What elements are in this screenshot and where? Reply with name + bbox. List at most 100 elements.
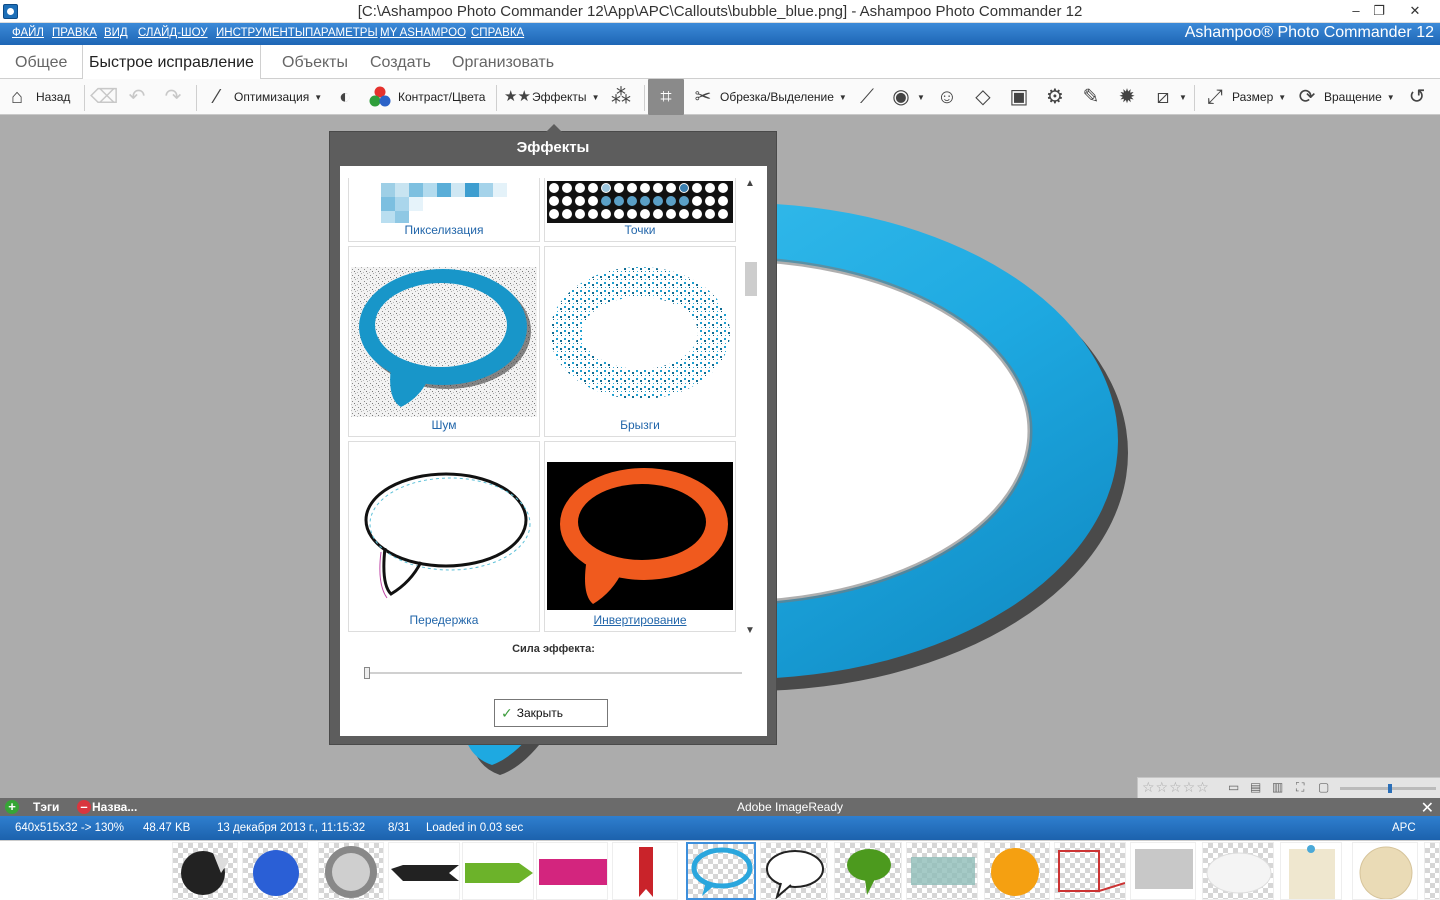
- size-button[interactable]: ⤢ Размер ▼: [1204, 79, 1286, 115]
- effect-noise[interactable]: Шум: [348, 246, 540, 437]
- close-dialog-button[interactable]: ✓ Закрыть: [494, 699, 608, 727]
- menu-view[interactable]: ВИД: [104, 27, 128, 39]
- rotate-button[interactable]: ⟳ Вращение ▼: [1296, 79, 1395, 115]
- rating-toolbar: ☆☆☆☆☆ ▭ ▤ ▥ ⛶ ▢: [1137, 777, 1440, 798]
- thumbnail-teal-note[interactable]: [906, 842, 978, 900]
- fullscreen-icon[interactable]: ⛶: [1296, 780, 1304, 795]
- thumbnail-blue-circle[interactable]: [242, 842, 308, 900]
- zoom-slider[interactable]: [1340, 784, 1436, 793]
- straighten-icon: ⟋: [860, 86, 874, 108]
- resize-icon: ⤢: [1207, 86, 1223, 108]
- chevron-down-icon: ▼: [1278, 92, 1287, 102]
- effect-splash[interactable]: Брызги: [544, 246, 736, 437]
- menu-slideshow[interactable]: СЛАЙД-ШОУ: [138, 27, 208, 39]
- thumbnail-red-bookmark[interactable]: [612, 842, 678, 900]
- select-tool-button[interactable]: ⌗: [648, 79, 684, 115]
- thumb-image: [1289, 845, 1335, 899]
- thumbnail-silver-seal[interactable]: [318, 842, 384, 900]
- thumbnail-black-sticker[interactable]: [172, 842, 238, 900]
- close-window-button[interactable]: ✕: [1398, 0, 1432, 22]
- tab-general[interactable]: Общее: [9, 45, 73, 79]
- effect-dots[interactable]: Точки: [544, 178, 736, 242]
- strength-label: Сила эффекта:: [512, 643, 595, 655]
- menu-parameters[interactable]: ПАРАМЕТРЫ: [305, 27, 378, 39]
- thumbnail-green-bubble[interactable]: [834, 842, 902, 900]
- delete-button[interactable]: ⌫: [90, 79, 118, 115]
- menu-file[interactable]: ФАЙЛ: [12, 27, 44, 39]
- dialog-title: Эффекты: [516, 139, 590, 156]
- slider-knob[interactable]: [364, 667, 370, 679]
- selection-icon: ⌗: [660, 86, 672, 108]
- frame-button[interactable]: ▣: [1008, 79, 1030, 115]
- dialog-body: Пикселизация Точки Шум Брызги Передержка…: [340, 166, 767, 736]
- rotate-label: Вращение: [1324, 90, 1382, 104]
- close-icon[interactable]: ✕: [1421, 798, 1434, 818]
- effect-invert[interactable]: Инвертирование: [544, 441, 736, 632]
- grid-view-icon[interactable]: ▥: [1272, 780, 1283, 794]
- rotate-ccw-icon: ↺: [1408, 86, 1426, 108]
- eraser-button[interactable]: ◇: [972, 79, 994, 115]
- effect-overexposure[interactable]: Передержка: [348, 441, 540, 632]
- thumbnail-beige-circle[interactable]: [1352, 842, 1418, 900]
- tab-quick-fix[interactable]: Быстрое исправление: [82, 45, 261, 80]
- compare-icon[interactable]: ▤: [1250, 780, 1261, 794]
- scroll-thumb[interactable]: [745, 262, 757, 296]
- crop-selection-button[interactable]: ✂ Обрезка/Выделение ▼: [692, 79, 847, 115]
- optimize-button[interactable]: ⁄ Оптимизация ▼: [206, 79, 322, 115]
- thumbnail-black-ribbon[interactable]: [388, 842, 460, 900]
- thumbnail-white-ellipse[interactable]: [1202, 842, 1274, 900]
- bandage-button[interactable]: ⧄ ▼: [1152, 79, 1187, 115]
- thumbnail-white-bubble[interactable]: [760, 842, 828, 900]
- scroll-down-icon[interactable]: ▼: [743, 625, 757, 636]
- thumb-image: [847, 849, 891, 895]
- menu-tools[interactable]: ИНСТРУМЕНТЫ: [216, 27, 305, 39]
- gear-effects-button[interactable]: ⚙: [1044, 79, 1066, 115]
- menu-my-ashampoo[interactable]: MY ASHAMPOO: [380, 27, 466, 39]
- splat-button[interactable]: ✹: [1116, 79, 1138, 115]
- straighten-button[interactable]: ⟋: [856, 79, 878, 115]
- scroll-up-icon[interactable]: ▲: [743, 178, 757, 189]
- thumbnail-gray-square[interactable]: [1130, 842, 1196, 900]
- back-button[interactable]: ⌂ Назад: [6, 79, 70, 115]
- rotate-left-button[interactable]: ↺: [1406, 79, 1428, 115]
- thumbnail-pink-banner[interactable]: [536, 842, 608, 900]
- frame-icon: ▣: [1009, 86, 1029, 108]
- strength-slider[interactable]: [364, 667, 742, 679]
- red-eye-button[interactable]: ◉ ▼: [890, 79, 925, 115]
- effects-button[interactable]: ★★ Эффекты ▼: [504, 79, 599, 115]
- restore-button[interactable]: ❐: [1362, 0, 1396, 22]
- thumbnail-blue-bubble[interactable]: [686, 842, 756, 900]
- tab-objects[interactable]: Объекты: [276, 45, 354, 79]
- chevron-down-icon: ▼: [591, 92, 600, 102]
- status-filesize: 48.47 KB: [143, 822, 191, 834]
- monitor-icon[interactable]: ▢: [1318, 780, 1329, 794]
- effects-dialog: Эффекты Пикселизация Точки Шум Брызги Пе…: [329, 124, 777, 745]
- thumbnail-partial[interactable]: [1424, 842, 1440, 900]
- redo-button[interactable]: ↷: [162, 79, 184, 115]
- thumbnail-orange-circle[interactable]: [984, 842, 1050, 900]
- portrait-button[interactable]: ☺: [936, 79, 958, 115]
- tab-organize[interactable]: Организовать: [446, 45, 560, 79]
- title-bar: [C:\Ashampoo Photo Commander 12\App\APC\…: [0, 0, 1440, 23]
- pen-button[interactable]: ✎: [1080, 79, 1102, 115]
- brightness-button[interactable]: ◐: [334, 79, 356, 115]
- effects-scrollbar[interactable]: ▲ ▼: [743, 178, 757, 636]
- thumbnail-red-grid[interactable]: [1054, 842, 1126, 900]
- chevron-down-icon: ▼: [838, 92, 847, 102]
- zoom-knob[interactable]: [1388, 784, 1392, 793]
- thumbnail-paper-note[interactable]: [1280, 842, 1342, 900]
- undo-button[interactable]: ↶: [126, 79, 148, 115]
- menu-edit[interactable]: ПРАВКА: [52, 27, 97, 39]
- sparkles-icon: ★★: [504, 88, 531, 105]
- menu-help[interactable]: СПРАВКА: [471, 27, 524, 39]
- tag-bar: + Тэги – Назва... Adobe ImageReady ✕: [0, 798, 1440, 818]
- thumbnail-green-arrow[interactable]: [462, 842, 534, 900]
- retouch-button[interactable]: ⁂: [610, 79, 632, 115]
- thumb-image: [1359, 846, 1413, 899]
- effect-pixelate[interactable]: Пикселизация: [348, 178, 540, 242]
- effects-label: Эффекты: [532, 90, 587, 104]
- contrast-colors-button[interactable]: Контраст/Цвета: [368, 79, 485, 115]
- rating-stars[interactable]: ☆☆☆☆☆: [1142, 779, 1210, 796]
- tab-create[interactable]: Создать: [364, 45, 437, 79]
- image-view-icon[interactable]: ▭: [1228, 780, 1239, 794]
